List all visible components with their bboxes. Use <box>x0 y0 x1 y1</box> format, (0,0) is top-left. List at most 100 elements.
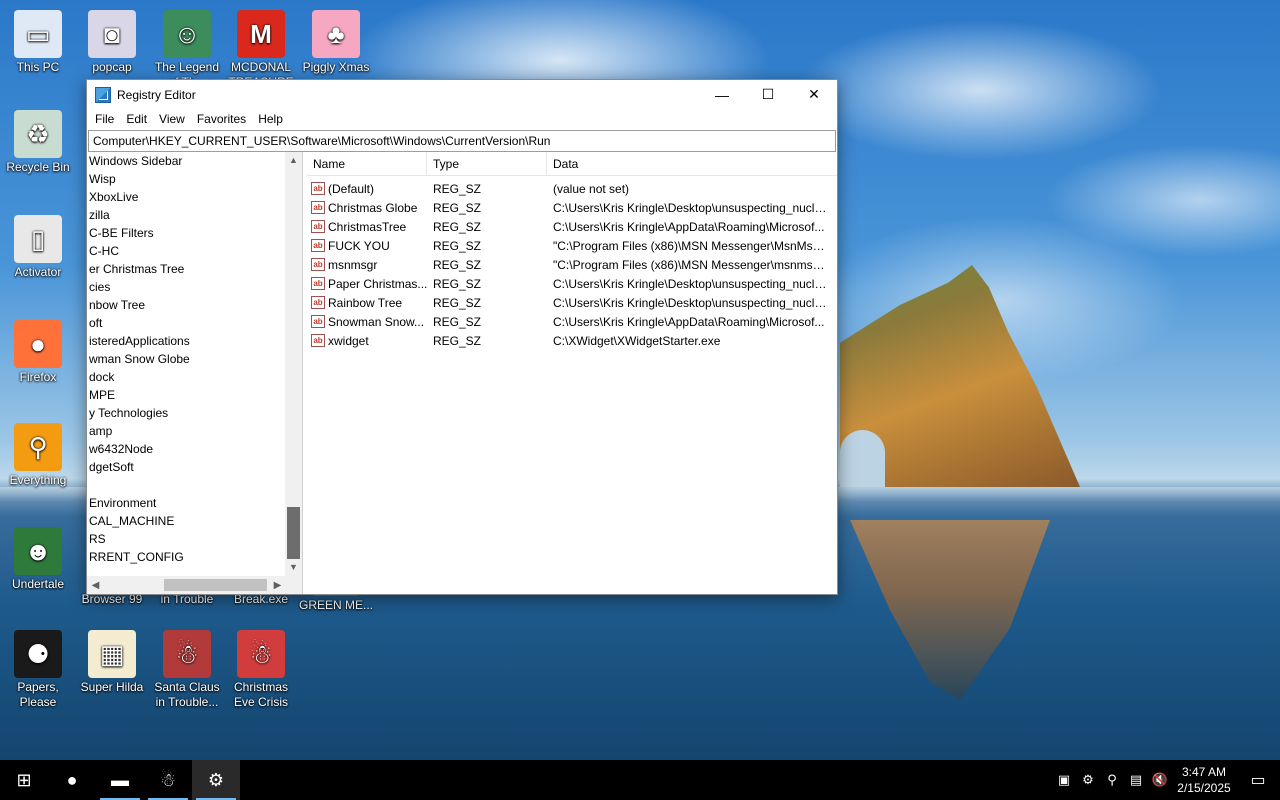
desktop-shortcut[interactable]: ♻ Recycle Bin <box>0 110 76 175</box>
everything-tray-icon[interactable]: ⚲ <box>1100 772 1124 788</box>
clock[interactable]: 3:47 AM 2/15/2025 <box>1172 764 1236 796</box>
tree-item[interactable]: wman Snow Globe <box>87 350 302 368</box>
desktop-shortcut[interactable]: ⚈ Papers, Please <box>0 630 76 710</box>
registry-value-row[interactable]: ab Christmas Globe REG_SZ C:\Users\Kris Kri… <box>307 198 837 217</box>
tree-item[interactable] <box>87 476 302 494</box>
menu-view[interactable]: View <box>153 112 191 126</box>
tree-item[interactable]: oft <box>87 314 302 332</box>
tree-item[interactable]: Windows Sidebar <box>87 152 302 170</box>
registry-editor-icon <box>95 86 111 103</box>
desktop-shortcut[interactable]: ☃ Christmas Eve Crisis <box>223 630 299 710</box>
tree-horizontal-scrollbar[interactable]: ◀ ▶ <box>87 576 302 594</box>
santa-game-taskbar-icon[interactable]: ☃ <box>144 760 192 800</box>
registry-value-row[interactable]: ab msnmsgr REG_SZ "C:\Program Files (x86)\M… <box>307 255 837 274</box>
value-type-cell: REG_SZ <box>433 276 482 291</box>
tree-item[interactable]: XboxLive <box>87 188 302 206</box>
tray-icons: ▣ ⚙ ⚲ ▤ 🔇 <box>1052 772 1172 788</box>
minimize-button[interactable]: — <box>699 80 745 109</box>
desktop-shortcut-label: Super Hilda <box>80 680 144 694</box>
menu-file[interactable]: File <box>89 112 120 126</box>
desktop-shortcut[interactable]: ▭ This PC <box>0 10 76 75</box>
scroll-down-icon[interactable]: ▼ <box>285 559 302 576</box>
desktop-shortcut[interactable]: ◙ popcap <box>74 10 150 75</box>
tree-item[interactable]: C-BE Filters <box>87 224 302 242</box>
value-type-cell: REG_SZ <box>433 295 482 310</box>
desktop-shortcut[interactable]: ☺The Legend of Th... <box>149 10 225 90</box>
tree-item[interactable]: nbow Tree <box>87 296 302 314</box>
tray-app-icon[interactable]: ⚙ <box>1076 772 1100 788</box>
tree-item[interactable]: RRENT_CONFIG <box>87 548 302 566</box>
registry-value-row[interactable]: ab xwidget REG_SZ C:\XWidget\XWidgetStarter… <box>307 331 837 350</box>
registry-value-row[interactable]: ab Rainbow Tree REG_SZ C:\Users\Kris Kringl… <box>307 293 837 312</box>
desktop-shortcut[interactable]: ☻ Undertale <box>0 527 76 592</box>
desktop-shortcut[interactable]: MMCDONAL TREASURE <box>223 10 299 90</box>
scroll-up-icon[interactable]: ▲ <box>285 152 302 169</box>
scroll-right-icon[interactable]: ▶ <box>269 580 286 591</box>
menu-edit[interactable]: Edit <box>120 112 153 126</box>
column-type-header[interactable]: Type <box>427 152 547 175</box>
menu-favorites[interactable]: Favorites <box>191 112 252 126</box>
tree-item[interactable]: C-HC <box>87 242 302 260</box>
super-hilda-icon: ▦ <box>88 630 136 678</box>
tree-vscroll-thumb[interactable] <box>287 507 300 559</box>
key-tree: Windows Sidebar Wisp XboxLive zilla C-BE Fil… <box>87 152 303 594</box>
maximize-button[interactable]: ☐ <box>745 80 791 109</box>
tree-item[interactable]: zilla <box>87 206 302 224</box>
popcap-icon: ◙ <box>88 10 136 58</box>
tree-item[interactable]: er Christmas Tree <box>87 260 302 278</box>
value-data-cell: "C:\Program Files (x86)\MSN Messenger\ms… <box>553 257 831 272</box>
start-taskbar-icon[interactable]: ⊞ <box>0 760 48 800</box>
registry-value-row[interactable]: ab (Default) REG_SZ (value not set) <box>307 179 837 198</box>
desktop-shortcut-label: Everything <box>9 473 67 487</box>
registry-value-row[interactable]: ab Snowman Snow... REG_SZ C:\Users\Kris Kri… <box>307 312 837 331</box>
christmas-eve-crisis-icon: ☃ <box>237 630 285 678</box>
everything-icon: ⚲ <box>14 423 62 471</box>
value-name: xwidget <box>328 333 369 348</box>
tree-item[interactable]: MPE <box>87 386 302 404</box>
tree-hscroll-thumb[interactable] <box>164 579 267 591</box>
value-name: Snowman Snow... <box>328 314 425 329</box>
tree-item[interactable]: amp <box>87 422 302 440</box>
tree-item[interactable]: Environment <box>87 494 302 512</box>
tree-vertical-scrollbar[interactable]: ▲ ▼ <box>285 152 302 576</box>
title-bar[interactable]: Registry Editor — ☐ ✕ <box>87 80 837 109</box>
network-icon[interactable]: ▤ <box>1124 772 1148 788</box>
registry-editor-taskbar-icon[interactable]: ⚙ <box>192 760 240 800</box>
tree-item[interactable]: w6432Node <box>87 440 302 458</box>
registry-value-row[interactable]: ab FUCK YOU REG_SZ "C:\Program Files (x86)\… <box>307 236 837 255</box>
tree-item[interactable]: cies <box>87 278 302 296</box>
system-tray: ▣ ⚙ ⚲ ▤ 🔇 3:47 AM 2/15/2025 ▭ <box>1052 760 1280 800</box>
desktop-shortcut[interactable]: ▦ Super Hilda <box>74 630 150 695</box>
registry-value-row[interactable]: ab Paper Christmas... REG_SZ C:\Users\Kris … <box>307 274 837 293</box>
desktop-shortcut-label: Santa Claus in Trouble... <box>154 680 220 709</box>
registry-value-row[interactable]: ab ChristmasTree REG_SZ C:\Users\Kris Kring… <box>307 217 837 236</box>
menu-help[interactable]: Help <box>252 112 289 126</box>
tree-item[interactable]: isteredApplications <box>87 332 302 350</box>
desktop-shortcut[interactable]: ● Firefox <box>0 320 76 385</box>
column-data-header[interactable]: Data <box>547 152 833 175</box>
desktop-shortcut-label: This PC <box>16 60 60 74</box>
desktop-shortcut[interactable]: ☃ Santa Claus in Trouble... <box>149 630 225 710</box>
close-button[interactable]: ✕ <box>791 80 837 109</box>
clock-time: 3:47 AM <box>1181 765 1227 779</box>
tree-item[interactable]: Wisp <box>87 170 302 188</box>
tree-item[interactable]: dgetSoft <box>87 458 302 476</box>
desktop-shortcut[interactable]: ▯ Activator <box>0 215 76 280</box>
address-bar[interactable]: Computer\HKEY_CURRENT_USER\Software\Micr… <box>88 130 836 152</box>
desktop-shortcut[interactable]: ⚲ Everything <box>0 423 76 488</box>
security-tray-icon[interactable]: ▣ <box>1052 772 1076 788</box>
notifications-icon[interactable]: ▭ <box>1236 770 1280 790</box>
tree-item[interactable]: y Technologies <box>87 404 302 422</box>
desktop-shortcut[interactable]: ♣ Piggly Xmas <box>298 10 374 75</box>
column-name-header[interactable]: Name <box>307 152 427 175</box>
value-data-cell: C:\Users\Kris Kringle\Desktop\unsuspecti… <box>553 200 831 215</box>
string-value-icon: ab <box>311 258 325 271</box>
file-explorer-taskbar-icon[interactable]: ▬ <box>96 760 144 800</box>
volume-muted-icon[interactable]: 🔇 <box>1148 772 1172 788</box>
firefox-taskbar-icon[interactable]: ● <box>48 760 96 800</box>
value-data-cell: C:\Users\Kris Kringle\AppData\Roaming\Mi… <box>553 314 825 329</box>
tree-item[interactable]: CAL_MACHINE <box>87 512 302 530</box>
tree-item[interactable]: RS <box>87 530 302 548</box>
scroll-left-icon[interactable]: ◀ <box>87 580 104 591</box>
tree-item[interactable]: dock <box>87 368 302 386</box>
